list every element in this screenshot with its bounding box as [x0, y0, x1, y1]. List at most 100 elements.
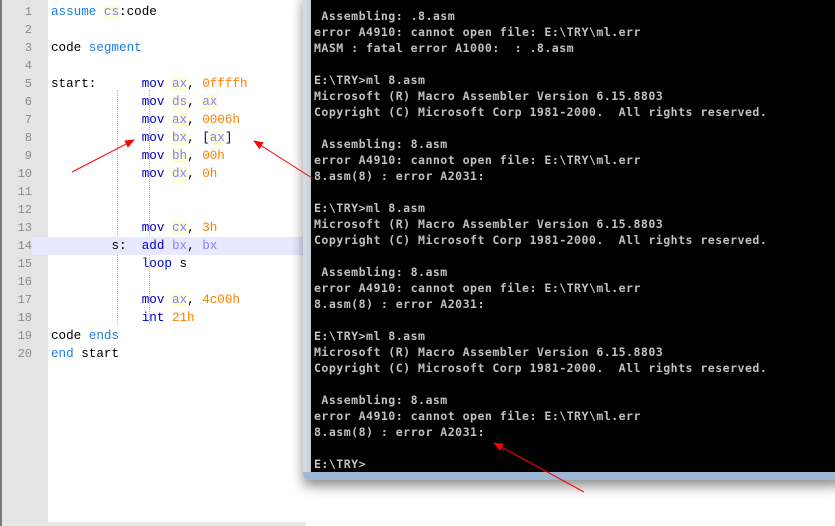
console-line: E:\TRY>ml 8.asm — [314, 329, 426, 343]
console-line: Microsoft (R) Macro Assembler Version 6.… — [314, 89, 664, 103]
console-line: E:\TRY>ml 8.asm — [314, 201, 426, 215]
code-text: loop s — [51, 255, 187, 273]
console-line: 8.asm(8) : error A2031: — [314, 425, 485, 439]
code-token: s — [179, 257, 188, 271]
code-text: assume cs:code — [51, 3, 157, 21]
code-text: mov ax, 4c00h — [51, 291, 240, 309]
code-token: mov — [141, 149, 172, 163]
code-line[interactable]: 9 mov bh, 00h — [2, 147, 308, 165]
code-token: 0h — [202, 167, 218, 181]
code-token: ds — [171, 95, 188, 109]
code-token: mov — [141, 131, 172, 145]
code-token: code — [51, 41, 89, 55]
code-token: 21h — [171, 311, 195, 325]
line-number: 18 — [17, 311, 32, 325]
code-line[interactable]: 3 code segment — [2, 39, 308, 57]
code-line[interactable]: 8 mov bx, [ax] — [2, 129, 308, 147]
line-number: 7 — [24, 113, 32, 127]
code-token: mov — [141, 95, 172, 109]
code-token: bx — [171, 239, 188, 253]
console-line: E:\TRY> — [314, 457, 367, 471]
console-line: Copyright (C) Microsoft Corp 1981-2000. … — [314, 105, 768, 119]
code-line[interactable]: 16 — [2, 273, 308, 291]
code-token: dx — [171, 167, 188, 181]
code-line[interactable]: 2 — [2, 21, 308, 39]
code-text: end start — [51, 345, 119, 363]
code-token: ax — [209, 131, 225, 145]
editor-status-strip — [2, 522, 306, 526]
code-token: cs — [103, 5, 120, 19]
code-token: ends — [88, 329, 120, 343]
code-token: cx — [171, 221, 188, 235]
code-token: ax — [171, 113, 188, 127]
code-line[interactable]: 15 loop s — [2, 255, 308, 273]
code-token: s: — [51, 239, 142, 253]
console-line: Copyright (C) Microsoft Corp 1981-2000. … — [314, 233, 768, 247]
code-token: 00h — [202, 149, 225, 163]
code-token: [ — [202, 131, 210, 145]
code-token: mov — [141, 167, 172, 181]
code-token: 0006h — [202, 113, 240, 127]
code-line[interactable]: 12 — [2, 201, 308, 219]
line-number: 15 — [17, 257, 32, 271]
code-token: , — [187, 113, 203, 127]
code-line[interactable]: 1 assume cs:code — [2, 3, 308, 21]
console-line: MASM : fatal error A1000: : .8.asm — [314, 41, 575, 55]
code-token: bx — [202, 239, 218, 253]
code-token: segment — [88, 41, 142, 55]
code-token: mov — [141, 221, 172, 235]
code-token: , — [187, 221, 203, 235]
code-token: , — [187, 131, 203, 145]
line-number: 16 — [17, 275, 32, 289]
code-line[interactable]: 18 int 21h — [2, 309, 308, 327]
code-text: s: add bx, bx — [51, 237, 217, 255]
console-line: Assembling: 8.asm — [314, 393, 448, 407]
code-text: mov ds, ax — [51, 93, 218, 111]
code-line[interactable]: 20 end start — [2, 345, 308, 363]
code-token: 3h — [202, 221, 218, 235]
line-number: 4 — [24, 59, 32, 73]
console-left-edge — [303, 0, 311, 472]
code-line[interactable]: 11 — [2, 183, 308, 201]
console-line: Microsoft (R) Macro Assembler Version 6.… — [314, 217, 664, 231]
code-token: ax — [171, 77, 188, 91]
code-token: mov — [141, 77, 172, 91]
line-number: 6 — [24, 95, 32, 109]
code-token: , — [187, 149, 203, 163]
line-number: 8 — [24, 131, 32, 145]
code-token: bh — [171, 149, 188, 163]
code-line[interactable]: 7 mov ax, 0006h — [2, 111, 308, 129]
line-number: 17 — [17, 293, 32, 307]
code-line[interactable]: 6 mov ds, ax — [2, 93, 308, 111]
code-text: start: mov ax, 0ffffh — [51, 75, 248, 93]
code-token: , — [187, 77, 203, 91]
code-line[interactable]: 4 — [2, 57, 308, 75]
line-number: 14 — [2, 237, 32, 255]
code-text: mov bx, [ax] — [51, 129, 232, 147]
line-number: 1 — [24, 5, 32, 19]
code-line[interactable]: 10 mov dx, 0h — [2, 165, 308, 183]
console-line: error A4910: cannot open file: E:\TRY\ml… — [314, 281, 641, 295]
line-number: 11 — [17, 185, 32, 199]
code-text: code ends — [51, 327, 119, 345]
console-window[interactable]: Assembling: .8.asm error A4910: cannot op… — [311, 0, 835, 472]
code-token: end — [51, 347, 82, 361]
line-number: 13 — [17, 221, 32, 235]
console-line: Copyright (C) Microsoft Corp 1981-2000. … — [314, 361, 768, 375]
code-editor[interactable]: 1 assume cs:code 2 3 code segment 4 5 start: mo… — [0, 0, 308, 526]
code-line[interactable]: 13 mov cx, 3h — [2, 219, 308, 237]
code-line[interactable]: 17 mov ax, 4c00h — [2, 291, 308, 309]
code-line[interactable]: 5 start: mov ax, 0ffffh — [2, 75, 308, 93]
code-token: mov — [141, 113, 172, 127]
code-line[interactable]: 19 code ends — [2, 327, 308, 345]
code-token: , — [187, 239, 203, 253]
code-token: mov — [141, 293, 172, 307]
code-line[interactable]: 14 s: add bx, bx — [2, 237, 308, 255]
console-line: Microsoft (R) Macro Assembler Version 6.… — [314, 345, 664, 359]
console-line: Assembling: 8.asm — [314, 265, 448, 279]
line-number: 10 — [17, 167, 32, 181]
